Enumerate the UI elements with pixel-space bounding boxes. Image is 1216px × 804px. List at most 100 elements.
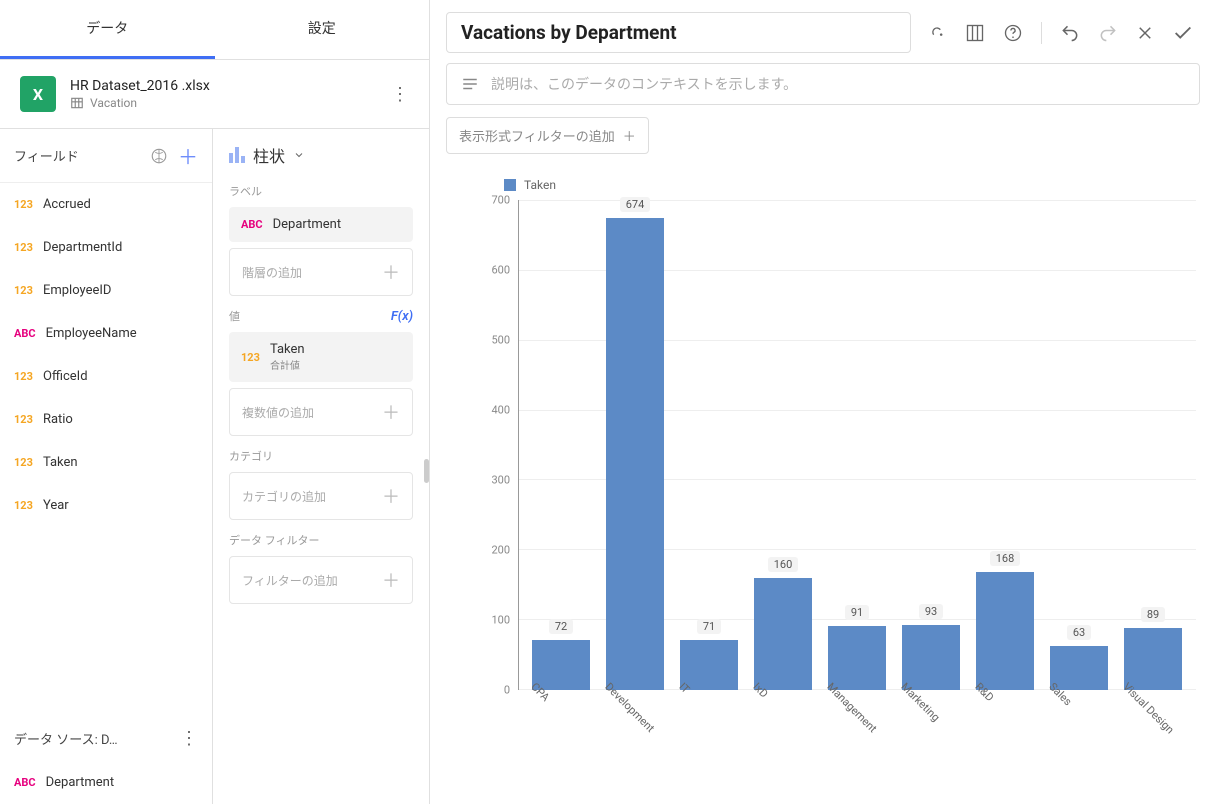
bar[interactable]: 89 bbox=[1118, 200, 1188, 690]
field-name: DepartmentId bbox=[43, 240, 122, 255]
field-item[interactable]: 123DepartmentId bbox=[0, 226, 212, 269]
x-axis-label: Management bbox=[800, 680, 883, 763]
bar-value-label: 89 bbox=[1141, 607, 1165, 622]
fx-icon[interactable]: F(x) bbox=[391, 309, 413, 324]
config-tabs: データ 設定 bbox=[0, 0, 429, 60]
bar[interactable]: 71 bbox=[674, 200, 744, 690]
y-axis-tick: 100 bbox=[491, 614, 510, 627]
description-icon bbox=[461, 75, 479, 93]
viz-title-input[interactable]: Vacations by Department bbox=[446, 12, 911, 53]
grid-icon[interactable] bbox=[965, 23, 985, 43]
plus-icon: ＋ bbox=[382, 483, 400, 509]
chevron-down-icon bbox=[293, 149, 305, 161]
bar-value-label: 71 bbox=[697, 619, 721, 634]
field-name: Accrued bbox=[43, 197, 91, 212]
x-axis-label: Marketing bbox=[874, 680, 957, 763]
field-name: EmployeeID bbox=[43, 283, 112, 298]
value-chip-taken[interactable]: 123 Taken 合計値 bbox=[229, 332, 413, 382]
field-type-icon: ABC bbox=[14, 776, 36, 789]
visualization-panel: Vacations by Department 説明は、このデータのコンテキスト… bbox=[430, 0, 1216, 804]
redo-icon[interactable] bbox=[1098, 23, 1118, 43]
scrollbar-handle[interactable] bbox=[424, 459, 429, 483]
fields-heading: フィールド bbox=[14, 146, 140, 165]
field-item[interactable]: 123 Ratio bbox=[0, 398, 212, 441]
datasource-more-icon[interactable]: ⋮ bbox=[391, 84, 409, 105]
field-type-icon: ABC bbox=[14, 327, 36, 340]
bar[interactable]: 168 bbox=[970, 200, 1040, 690]
excel-file-icon: X bbox=[20, 76, 56, 112]
toolbar-separator bbox=[1041, 22, 1042, 44]
bar[interactable]: 160 bbox=[748, 200, 818, 690]
bar-value-label: 674 bbox=[620, 197, 651, 212]
plus-icon: ＋ bbox=[382, 567, 400, 593]
field-name: OfficeId bbox=[43, 369, 88, 384]
field-type-icon: 123 bbox=[14, 456, 33, 469]
x-axis-label: IxD bbox=[726, 680, 809, 763]
bar[interactable]: 91 bbox=[822, 200, 892, 690]
field-item[interactable]: ABCEmployeeName bbox=[0, 312, 212, 355]
value-chip-agg: 合計値 bbox=[270, 357, 305, 372]
text-type-icon: ABC bbox=[241, 218, 263, 231]
label-section-heading: ラベル bbox=[229, 183, 413, 199]
field-name: Ratio bbox=[43, 412, 73, 427]
bar[interactable]: 93 bbox=[896, 200, 966, 690]
datasource-filename: HR Dataset_2016 .xlsx bbox=[70, 78, 377, 94]
bar-value-label: 160 bbox=[768, 557, 799, 572]
bar-value-label: 91 bbox=[845, 605, 869, 620]
help-icon[interactable] bbox=[1003, 23, 1023, 43]
brain-icon[interactable] bbox=[150, 147, 168, 165]
tab-data[interactable]: データ bbox=[0, 0, 215, 59]
add-hierarchy-dropzone[interactable]: 階層の追加＋ bbox=[229, 248, 413, 296]
field-name: Year bbox=[43, 498, 69, 513]
datasource-section-more-icon[interactable]: ⋮ bbox=[180, 728, 198, 749]
y-axis-tick: 500 bbox=[491, 334, 510, 347]
legend-swatch bbox=[504, 179, 516, 191]
bar-value-label: 63 bbox=[1067, 625, 1091, 640]
field-type-icon: 123 bbox=[14, 370, 33, 383]
y-axis-tick: 200 bbox=[491, 544, 510, 557]
table-icon bbox=[70, 96, 84, 110]
x-axis-label: CPA bbox=[504, 680, 587, 763]
builder-column: 柱状 ラベル ABC Department 階層の追加＋ 値 F(x) 123 bbox=[213, 129, 429, 804]
y-axis-tick: 300 bbox=[491, 474, 510, 487]
viz-description-input[interactable]: 説明は、このデータのコンテキストを示します。 bbox=[446, 63, 1200, 105]
tab-settings[interactable]: 設定 bbox=[215, 0, 430, 59]
field-item[interactable]: 123 Year bbox=[0, 484, 212, 527]
y-axis-tick: 400 bbox=[491, 404, 510, 417]
field-item[interactable]: ABCDepartment bbox=[0, 761, 212, 804]
value-section-heading: 値 bbox=[229, 308, 240, 324]
field-item[interactable]: 123Taken bbox=[0, 441, 212, 484]
chart-canvas: Taken 0100200300400500600700 72674711609… bbox=[446, 154, 1200, 804]
fields-column: フィールド ＋ 123Accrued123DepartmentId123Empl… bbox=[0, 129, 213, 804]
undo-icon[interactable] bbox=[1060, 23, 1080, 43]
x-axis-label: Visual Design bbox=[1096, 680, 1179, 763]
field-item[interactable]: 123EmployeeID bbox=[0, 269, 212, 312]
add-values-dropzone[interactable]: 複数値の追加＋ bbox=[229, 388, 413, 436]
field-type-icon: 123 bbox=[14, 499, 33, 512]
field-type-icon: 123 bbox=[14, 413, 33, 426]
label-chip-department[interactable]: ABC Department bbox=[229, 207, 413, 242]
chart-type-selector[interactable]: 柱状 bbox=[229, 143, 413, 167]
config-panel: データ 設定 X HR Dataset_2016 .xlsx Vacation … bbox=[0, 0, 430, 804]
field-item[interactable]: 123 OfficeId bbox=[0, 355, 212, 398]
add-field-icon[interactable]: ＋ bbox=[178, 141, 198, 170]
bar-value-label: 72 bbox=[549, 619, 573, 634]
field-item[interactable]: 123Accrued bbox=[0, 183, 212, 226]
number-type-icon: 123 bbox=[241, 351, 260, 364]
x-axis-label: R&D bbox=[948, 680, 1031, 763]
add-category-dropzone[interactable]: カテゴリの追加＋ bbox=[229, 472, 413, 520]
filter-section-heading: データ フィルター bbox=[229, 532, 413, 548]
close-icon[interactable] bbox=[1136, 24, 1154, 42]
plus-icon: ＋ bbox=[382, 399, 400, 425]
check-icon[interactable] bbox=[1172, 22, 1194, 44]
bar[interactable]: 63 bbox=[1044, 200, 1114, 690]
chart-type-label: 柱状 bbox=[253, 143, 285, 167]
plus-icon: ＋ bbox=[623, 126, 636, 145]
add-data-filter-dropzone[interactable]: フィルターの追加＋ bbox=[229, 556, 413, 604]
x-axis-label: Development bbox=[578, 680, 661, 763]
link-settings-icon[interactable] bbox=[927, 23, 947, 43]
bar[interactable]: 72 bbox=[526, 200, 596, 690]
bar[interactable]: 674 bbox=[600, 200, 670, 690]
add-viz-filter-button[interactable]: 表示形式フィルターの追加 ＋ bbox=[446, 117, 649, 154]
legend-label: Taken bbox=[524, 178, 556, 192]
